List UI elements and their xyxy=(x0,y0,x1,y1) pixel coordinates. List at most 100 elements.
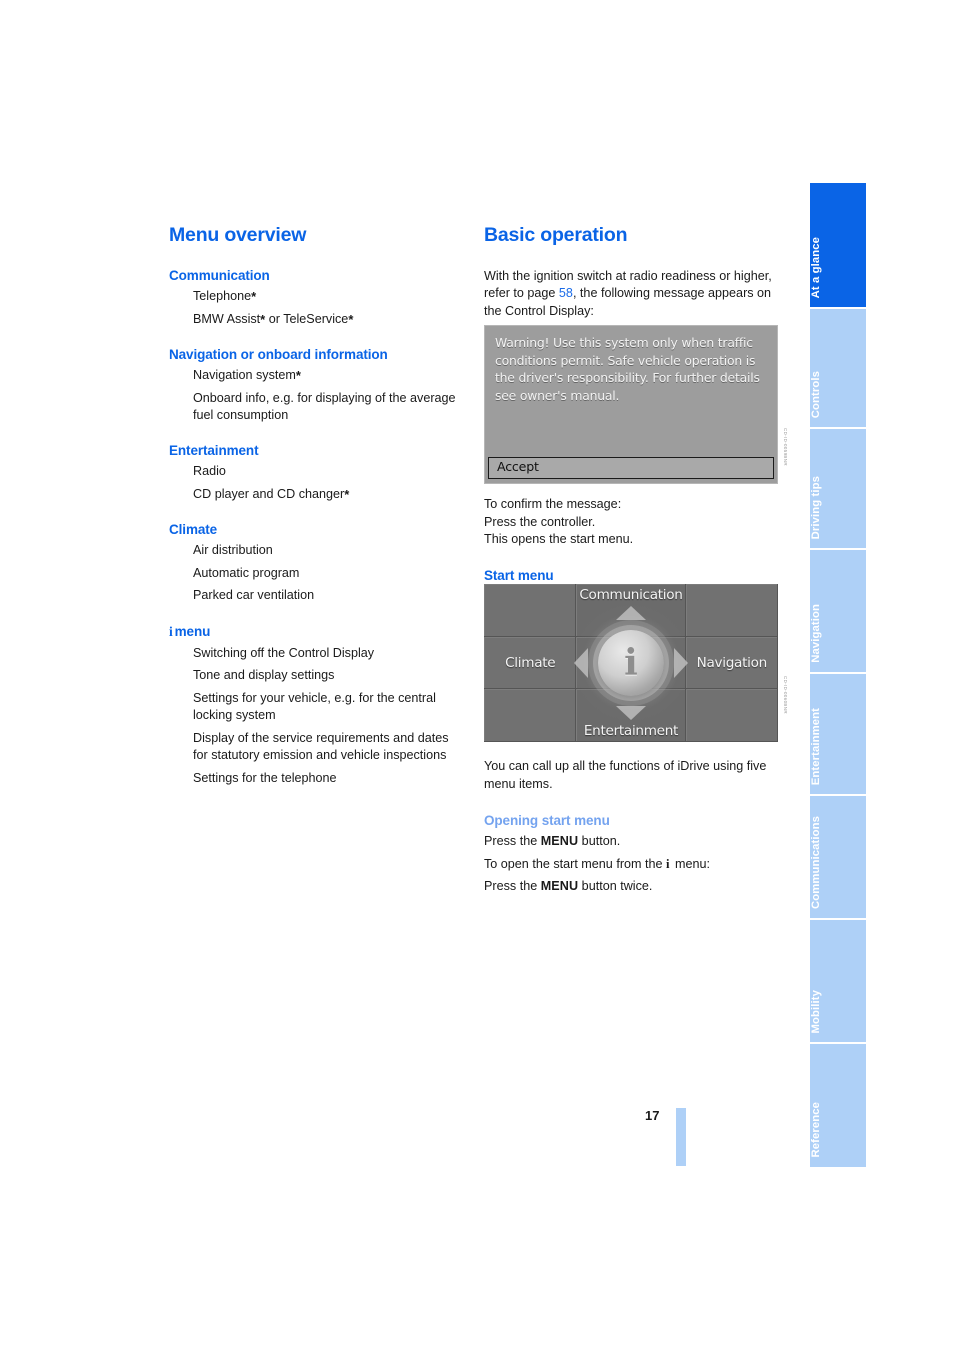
list-item: BMW Assist* or TeleService* xyxy=(169,311,466,328)
list-item-label: BMW Assist xyxy=(193,311,261,326)
control-display-warning-screenshot: Warning! Use this system only when traff… xyxy=(484,325,778,484)
list-item: Switching off the Control Display xyxy=(169,645,466,662)
manual-page: Menu overview Communication Telephone* B… xyxy=(0,0,954,1351)
confirm-line-2: Press the controller. xyxy=(484,514,596,529)
list-item-label: CD player and CD changer xyxy=(193,486,345,501)
section-title-basic-operation: Basic operation xyxy=(484,224,628,246)
list-item-label: Display of the service requirements and … xyxy=(193,730,449,763)
bullet-triangle-icon xyxy=(171,466,179,477)
list-item-label-2: or TeleService xyxy=(265,311,349,326)
tab-entertainment[interactable]: Entertainment xyxy=(810,674,866,796)
accept-button[interactable]: Accept xyxy=(488,457,774,479)
start-menu-cell-empty-tr xyxy=(685,584,778,637)
bullet-triangle-icon xyxy=(171,488,179,499)
menu-button-keyword: MENU xyxy=(540,879,579,894)
chapter-tab-strip: At a glance Controls Driving tips Naviga… xyxy=(810,183,866,1167)
start-menu-item-climate[interactable]: Climate xyxy=(484,636,577,690)
opening-step-2-suffix: menu: xyxy=(671,856,711,871)
tab-mobility[interactable]: Mobility xyxy=(810,920,866,1044)
confirm-line-3: This opens the start menu. xyxy=(484,532,634,547)
footnote-star: * xyxy=(348,311,354,327)
tab-label: Entertainment xyxy=(810,707,822,785)
control-display-start-menu-screenshot: Communication Climate Navigation Enterta… xyxy=(484,584,778,742)
list-item-label: Automatic program xyxy=(193,565,300,580)
tab-communications[interactable]: Communications xyxy=(810,796,866,920)
start-menu-cell-empty-bl xyxy=(484,689,577,742)
list-i-menu: Switching off the Control Display Tone a… xyxy=(169,645,466,787)
start-menu-item-label: Communication xyxy=(579,587,683,603)
list-entertainment: Radio CD player and CD changer* xyxy=(169,463,466,503)
start-menu-cell-center xyxy=(576,636,686,690)
heading-opening-start-menu: Opening start menu xyxy=(484,813,610,829)
list-item: Navigation system* xyxy=(169,367,466,384)
heading-entertainment: Entertainment xyxy=(169,443,259,459)
footnote-star: * xyxy=(295,367,301,383)
list-item: Settings for your vehicle, e.g. for the … xyxy=(169,690,466,724)
heading-start-menu: Start menu xyxy=(484,568,554,584)
start-menu-item-label: Climate xyxy=(505,654,556,671)
tab-label: Mobility xyxy=(810,989,822,1033)
list-item-label: Settings for the telephone xyxy=(193,770,337,785)
bullet-triangle-icon xyxy=(171,545,179,556)
page-reference-link[interactable]: 58 xyxy=(559,286,573,300)
list-item: Display of the service requirements and … xyxy=(169,730,466,764)
tab-label: Reference xyxy=(810,1102,822,1158)
bullet-triangle-icon xyxy=(171,370,179,381)
list-communication: Telephone* BMW Assist* or TeleService* xyxy=(169,288,466,328)
bullet-triangle-icon xyxy=(171,590,179,601)
image-credit: CD-ID-0059BNR xyxy=(783,428,788,466)
bullet-triangle-icon xyxy=(171,567,179,578)
list-item-label: Settings for your vehicle, e.g. for the … xyxy=(193,690,436,723)
tab-driving-tips[interactable]: Driving tips xyxy=(810,429,866,550)
heading-i-menu: i menu xyxy=(169,624,466,640)
opening-step-3-prefix: Press the xyxy=(484,879,541,894)
intro-paragraph: With the ignition switch at radio readin… xyxy=(484,268,781,320)
list-item: Automatic program xyxy=(169,565,466,582)
heading-climate: Climate xyxy=(169,521,218,537)
page-title: Menu overview xyxy=(169,224,307,246)
list-item-label: Radio xyxy=(193,464,226,479)
list-item: Radio xyxy=(169,463,466,480)
tab-controls[interactable]: Controls xyxy=(810,309,866,429)
list-item: CD player and CD changer* xyxy=(169,486,466,503)
warning-message-text: Warning! Use this system only when traff… xyxy=(495,335,760,403)
list-item-label: Telephone xyxy=(193,289,252,303)
list-item-label: Air distribution xyxy=(193,542,273,557)
list-item-label: Onboard info, e.g. for displaying of the… xyxy=(193,390,456,422)
list-navigation-onboard: Navigation system* Onboard info, e.g. fo… xyxy=(169,367,466,424)
start-menu-caption: You can call up all the functions of iDr… xyxy=(484,759,767,791)
menu-button-keyword: MENU xyxy=(540,834,579,849)
footnote-star: * xyxy=(251,289,257,304)
footnote-star: * xyxy=(260,311,266,327)
list-item: Onboard info, e.g. for displaying of the… xyxy=(169,390,466,424)
bullet-triangle-icon xyxy=(171,733,179,744)
heading-i-menu-label: menu xyxy=(174,623,211,639)
start-menu-item-label: Navigation xyxy=(696,654,768,671)
tab-label: Navigation xyxy=(810,604,822,663)
bullet-triangle-icon xyxy=(171,291,179,302)
opening-step-1-prefix: Press the xyxy=(484,834,541,849)
image-credit: CD-ID-0060BNR xyxy=(783,676,788,714)
page-number-bar xyxy=(676,1108,686,1166)
list-climate: Air distribution Automatic program Parke… xyxy=(169,542,466,605)
list-item: Settings for the telephone xyxy=(169,770,466,787)
start-menu-item-communication[interactable]: Communication xyxy=(576,584,686,637)
tab-label: Driving tips xyxy=(810,475,822,539)
bullet-triangle-icon xyxy=(171,313,179,324)
start-menu-item-navigation[interactable]: Navigation xyxy=(685,636,778,690)
start-menu-item-entertainment[interactable]: Entertainment xyxy=(576,689,686,742)
bullet-triangle-icon xyxy=(171,670,179,681)
list-item: Air distribution xyxy=(169,542,466,559)
list-item: Telephone* xyxy=(169,288,466,305)
page-number: 17 xyxy=(645,1108,660,1123)
bullet-triangle-icon xyxy=(171,693,179,704)
tab-at-a-glance[interactable]: At a glance xyxy=(810,183,866,309)
heading-communication: Communication xyxy=(169,268,270,283)
tab-reference[interactable]: Reference xyxy=(810,1044,866,1167)
left-column: Menu overview Communication Telephone* B… xyxy=(169,224,466,792)
opening-step-2: To open the start menu from the i menu: xyxy=(484,856,781,873)
bullet-triangle-icon xyxy=(171,772,179,783)
list-item-label: Parked car ventilation xyxy=(193,588,315,603)
tab-navigation[interactable]: Navigation xyxy=(810,550,866,674)
tab-label: At a glance xyxy=(810,236,822,298)
